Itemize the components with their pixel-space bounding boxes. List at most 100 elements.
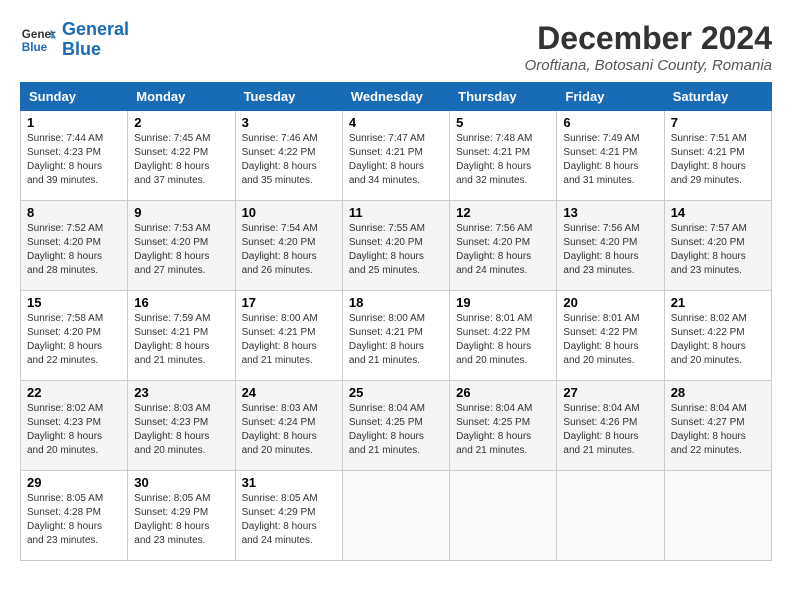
day-number: 7 [671,115,765,130]
calendar-table: SundayMondayTuesdayWednesdayThursdayFrid… [20,82,772,561]
calendar-week-1: 1 Sunrise: 7:44 AMSunset: 4:23 PMDaylight… [21,111,772,201]
day-detail: Sunrise: 8:02 AMSunset: 4:23 PMDaylight:… [27,402,121,458]
day-number: 17 [242,295,336,310]
day-detail: Sunrise: 8:05 AMSunset: 4:29 PMDaylight:… [242,492,336,548]
day-number: 13 [563,205,657,220]
calendar-cell: 8 Sunrise: 7:52 AMSunset: 4:20 PMDaylight… [21,201,128,291]
day-number: 11 [349,205,443,220]
day-number: 8 [27,205,121,220]
day-number: 9 [134,205,228,220]
weekday-header-tuesday: Tuesday [235,83,342,111]
day-detail: Sunrise: 8:00 AMSunset: 4:21 PMDaylight:… [242,312,336,368]
day-detail: Sunrise: 7:55 AMSunset: 4:20 PMDaylight:… [349,222,443,278]
day-detail: Sunrise: 8:04 AMSunset: 4:25 PMDaylight:… [456,402,550,458]
day-detail: Sunrise: 7:56 AMSunset: 4:20 PMDaylight:… [456,222,550,278]
calendar-cell: 27 Sunrise: 8:04 AMSunset: 4:26 PMDayligh… [557,381,664,471]
day-number: 28 [671,385,765,400]
day-number: 14 [671,205,765,220]
weekday-header-thursday: Thursday [450,83,557,111]
day-detail: Sunrise: 7:52 AMSunset: 4:20 PMDaylight:… [27,222,121,278]
calendar-cell: 7 Sunrise: 7:51 AMSunset: 4:21 PMDaylight… [664,111,771,201]
calendar-cell: 18Sunrise: 8:00 AMSunset: 4:21 PMDayligh… [342,291,449,381]
day-number: 6 [563,115,657,130]
logo: General Blue General Blue [20,20,129,60]
calendar-cell: 3Sunrise: 7:46 AMSunset: 4:22 PMDaylight… [235,111,342,201]
day-number: 18 [349,295,443,310]
day-number: 2 [134,115,228,130]
day-detail: Sunrise: 8:04 AMSunset: 4:27 PMDaylight:… [671,402,765,458]
day-detail: Sunrise: 7:58 AMSunset: 4:20 PMDaylight:… [27,312,121,368]
calendar-cell: 30 Sunrise: 8:05 AMSunset: 4:29 PMDayligh… [128,471,235,561]
page-subtitle: Oroftiana, Botosani County, Romania [525,57,772,74]
calendar-cell: 19 Sunrise: 8:01 AMSunset: 4:22 PMDayligh… [450,291,557,381]
calendar-cell: 4 Sunrise: 7:47 AMSunset: 4:21 PMDaylight… [342,111,449,201]
calendar-cell: 12Sunrise: 7:56 AMSunset: 4:20 PMDayligh… [450,201,557,291]
calendar-cell: 25 Sunrise: 8:04 AMSunset: 4:25 PMDayligh… [342,381,449,471]
day-number: 20 [563,295,657,310]
page-title: December 2024 [525,20,772,57]
day-detail: Sunrise: 7:51 AMSunset: 4:21 PMDaylight:… [671,132,765,188]
calendar-cell: 11 Sunrise: 7:55 AMSunset: 4:20 PMDayligh… [342,201,449,291]
day-detail: Sunrise: 8:04 AMSunset: 4:26 PMDaylight:… [563,402,657,458]
day-number: 30 [134,475,228,490]
day-number: 19 [456,295,550,310]
logo-blue: Blue [62,39,101,59]
day-number: 3 [242,115,336,130]
day-number: 25 [349,385,443,400]
calendar-cell: 5 Sunrise: 7:48 AMSunset: 4:21 PMDaylight… [450,111,557,201]
weekday-header-wednesday: Wednesday [342,83,449,111]
calendar-cell: 31Sunrise: 8:05 AMSunset: 4:29 PMDayligh… [235,471,342,561]
title-section: December 2024 Oroftiana, Botosani County… [525,20,772,74]
calendar-week-5: 29Sunrise: 8:05 AMSunset: 4:28 PMDayligh… [21,471,772,561]
calendar-cell: 29Sunrise: 8:05 AMSunset: 4:28 PMDayligh… [21,471,128,561]
day-number: 26 [456,385,550,400]
calendar-cell [557,471,664,561]
day-detail: Sunrise: 7:53 AMSunset: 4:20 PMDaylight:… [134,222,228,278]
calendar-cell: 15Sunrise: 7:58 AMSunset: 4:20 PMDayligh… [21,291,128,381]
day-detail: Sunrise: 7:56 AMSunset: 4:20 PMDaylight:… [563,222,657,278]
day-detail: Sunrise: 7:49 AMSunset: 4:21 PMDaylight:… [563,132,657,188]
day-number: 5 [456,115,550,130]
weekday-header-friday: Friday [557,83,664,111]
calendar-week-4: 22 Sunrise: 8:02 AMSunset: 4:23 PMDayligh… [21,381,772,471]
day-number: 29 [27,475,121,490]
calendar-cell: 16 Sunrise: 7:59 AMSunset: 4:21 PMDayligh… [128,291,235,381]
calendar-cell: 17 Sunrise: 8:00 AMSunset: 4:21 PMDayligh… [235,291,342,381]
day-detail: Sunrise: 8:02 AMSunset: 4:22 PMDaylight:… [671,312,765,368]
day-number: 23 [134,385,228,400]
calendar-cell: 28 Sunrise: 8:04 AMSunset: 4:27 PMDayligh… [664,381,771,471]
logo-icon: General Blue [20,22,56,58]
day-detail: Sunrise: 8:03 AMSunset: 4:23 PMDaylight:… [134,402,228,458]
calendar-cell [450,471,557,561]
day-detail: Sunrise: 8:01 AMSunset: 4:22 PMDaylight:… [456,312,550,368]
day-detail: Sunrise: 8:03 AMSunset: 4:24 PMDaylight:… [242,402,336,458]
logo-general: General [62,19,129,39]
day-detail: Sunrise: 7:47 AMSunset: 4:21 PMDaylight:… [349,132,443,188]
calendar-cell [664,471,771,561]
day-detail: Sunrise: 8:01 AMSunset: 4:22 PMDaylight:… [563,312,657,368]
calendar-header-row: SundayMondayTuesdayWednesdayThursdayFrid… [21,83,772,111]
calendar-cell: 9 Sunrise: 7:53 AMSunset: 4:20 PMDaylight… [128,201,235,291]
calendar-cell [342,471,449,561]
day-detail: Sunrise: 8:05 AMSunset: 4:29 PMDaylight:… [134,492,228,548]
day-number: 4 [349,115,443,130]
day-detail: Sunrise: 7:48 AMSunset: 4:21 PMDaylight:… [456,132,550,188]
calendar-week-2: 8 Sunrise: 7:52 AMSunset: 4:20 PMDaylight… [21,201,772,291]
weekday-header-saturday: Saturday [664,83,771,111]
day-detail: Sunrise: 7:44 AMSunset: 4:23 PMDaylight:… [27,132,121,188]
svg-text:Blue: Blue [22,41,48,54]
day-number: 22 [27,385,121,400]
day-number: 16 [134,295,228,310]
calendar-cell: 20 Sunrise: 8:01 AMSunset: 4:22 PMDayligh… [557,291,664,381]
day-detail: Sunrise: 7:59 AMSunset: 4:21 PMDaylight:… [134,312,228,368]
day-detail: Sunrise: 7:57 AMSunset: 4:20 PMDaylight:… [671,222,765,278]
calendar-week-3: 15Sunrise: 7:58 AMSunset: 4:20 PMDayligh… [21,291,772,381]
day-number: 10 [242,205,336,220]
day-detail: Sunrise: 8:04 AMSunset: 4:25 PMDaylight:… [349,402,443,458]
calendar-cell: 24Sunrise: 8:03 AMSunset: 4:24 PMDayligh… [235,381,342,471]
calendar-cell: 23 Sunrise: 8:03 AMSunset: 4:23 PMDayligh… [128,381,235,471]
day-detail: Sunrise: 7:45 AMSunset: 4:22 PMDaylight:… [134,132,228,188]
day-number: 1 [27,115,121,130]
day-number: 27 [563,385,657,400]
day-detail: Sunrise: 7:54 AMSunset: 4:20 PMDaylight:… [242,222,336,278]
